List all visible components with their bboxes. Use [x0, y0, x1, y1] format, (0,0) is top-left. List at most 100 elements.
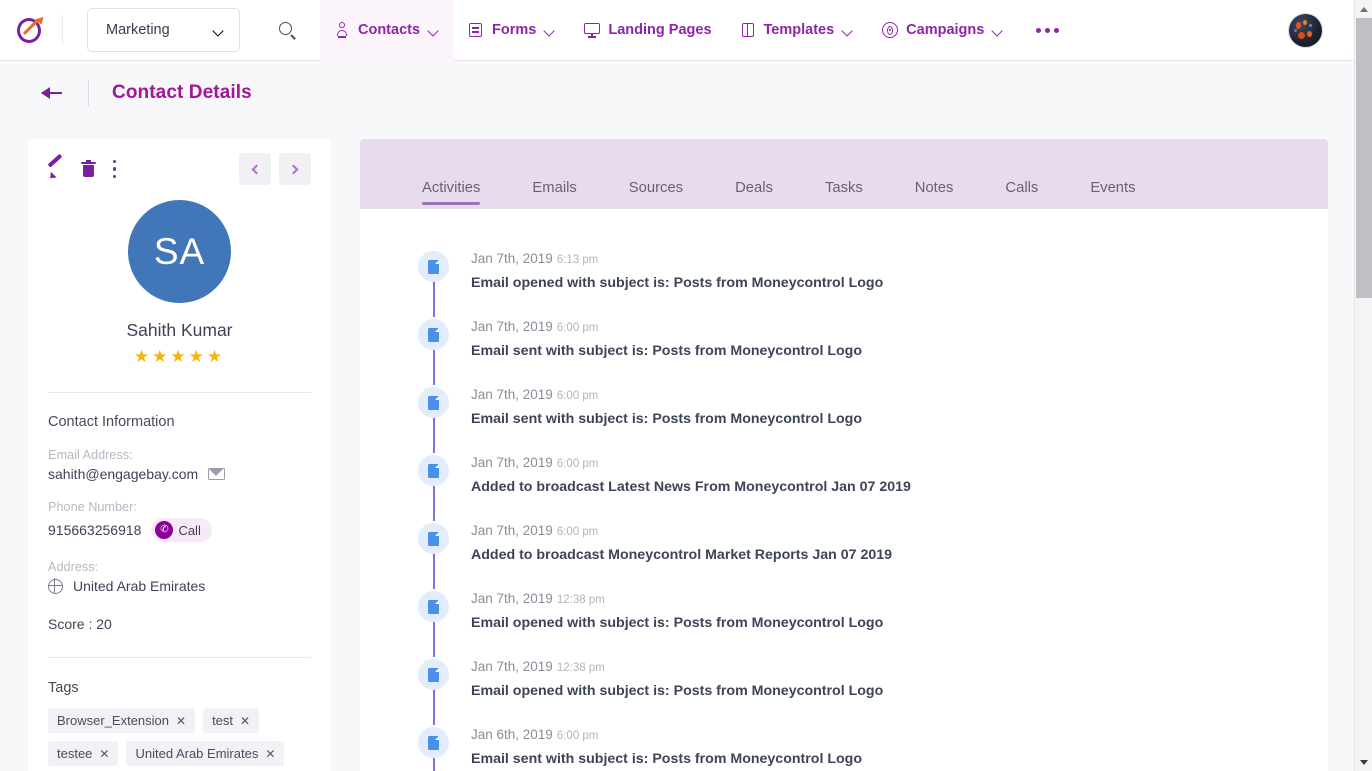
close-icon[interactable]: ✕: [99, 747, 109, 761]
contact-icon: [334, 22, 350, 38]
activity-text: Email opened with subject is: Posts from…: [471, 683, 884, 699]
tab-events[interactable]: Events: [1090, 180, 1135, 209]
activity-item[interactable]: Jan 7th, 2019 6:00 pm Email sent with sub…: [360, 385, 1328, 453]
field-phone-label: Phone Number:: [48, 500, 137, 514]
chevron-left-icon: [251, 164, 262, 174]
activity-item[interactable]: Jan 7th, 2019 6:00 pm Added to broadcast …: [360, 521, 1328, 589]
activity-date: Jan 7th, 2019: [471, 455, 553, 470]
search-button[interactable]: [270, 13, 304, 47]
nav-item-forms[interactable]: Forms: [454, 0, 570, 61]
contact-pager: [239, 153, 311, 185]
divider: [48, 657, 311, 658]
more-options-icon[interactable]: [1018, 0, 1077, 61]
contact-name: Sahith Kumar: [126, 320, 233, 340]
contact-score: Score : 20: [48, 616, 112, 632]
timeline-connector: [433, 690, 435, 725]
user-avatar[interactable]: [1289, 14, 1322, 47]
close-icon[interactable]: ✕: [176, 714, 186, 728]
activity-text: Added to broadcast Latest News From Mone…: [471, 479, 911, 495]
activity-item[interactable]: Jan 7th, 2019 6:00 pm Email sent with sub…: [360, 317, 1328, 385]
nav-item-campaigns[interactable]: Campaigns: [868, 0, 1018, 61]
tab-activities[interactable]: Activities: [422, 180, 481, 209]
engagebay-logo-icon: [16, 14, 47, 45]
activity-text: Email sent with subject is: Posts from M…: [471, 343, 862, 359]
previous-contact-button[interactable]: [239, 153, 271, 185]
close-icon[interactable]: ✕: [265, 747, 275, 761]
page-header: Contact Details: [0, 61, 1354, 124]
email-icon[interactable]: [208, 468, 226, 480]
activity-item[interactable]: Jan 6th, 2019 6:00 pm Email sent with sub…: [360, 725, 1328, 771]
call-button[interactable]: ✆ Call: [151, 518, 212, 542]
activity-item[interactable]: Jan 7th, 2019 12:38 pm Email opened with …: [360, 589, 1328, 657]
nav-item-landing-pages[interactable]: Landing Pages: [570, 0, 725, 61]
contact-avatar: SA: [128, 200, 231, 303]
app-root: Marketing Contacts Forms Landing Pages T…: [0, 0, 1372, 771]
activity-date: Jan 7th, 2019: [471, 319, 553, 334]
activity-text: Added to broadcast Moneycontrol Market R…: [471, 547, 893, 563]
activity-time: 12:38 pm: [556, 594, 605, 606]
activity-time: 6:00 pm: [556, 730, 599, 742]
workspace-selector[interactable]: Marketing: [87, 8, 240, 52]
document-icon: [418, 727, 449, 758]
tags-title: Tags: [48, 680, 79, 696]
tags-list: Browser_Extension ✕ test ✕ testee ✕ Unit…: [48, 708, 318, 766]
tab-calls[interactable]: Calls: [1005, 180, 1038, 209]
page-scrollbar[interactable]: [1354, 0, 1372, 771]
activity-time: 6:13 pm: [556, 254, 599, 266]
document-icon: [418, 319, 449, 350]
activity-time: 6:00 pm: [556, 458, 599, 470]
document-icon: [418, 659, 449, 690]
field-phone: Phone Number: 915663256918 ✆ Call: [48, 500, 331, 542]
tag-item[interactable]: Browser_Extension ✕: [48, 708, 196, 733]
activity-text: Email opened with subject is: Posts from…: [471, 275, 884, 291]
chevron-right-icon: [288, 164, 299, 174]
back-arrow-icon[interactable]: [38, 79, 66, 107]
workspace-label: Marketing: [106, 22, 170, 38]
scrollbar-thumb[interactable]: [1356, 18, 1372, 298]
tag-item[interactable]: United Arab Emirates ✕: [126, 741, 285, 766]
app-logo[interactable]: [0, 14, 62, 45]
tab-sources[interactable]: Sources: [629, 180, 683, 209]
form-icon: [468, 22, 484, 38]
activity-item[interactable]: Jan 7th, 2019 6:00 pm Added to broadcast …: [360, 453, 1328, 521]
top-navigation-bar: Marketing Contacts Forms Landing Pages T…: [0, 0, 1354, 61]
activity-item[interactable]: Jan 7th, 2019 12:38 pm Email opened with …: [360, 657, 1328, 725]
activity-text: Email opened with subject is: Posts from…: [471, 615, 884, 631]
field-address-label: Address:: [48, 560, 99, 574]
close-icon[interactable]: ✕: [240, 714, 250, 728]
tab-tasks[interactable]: Tasks: [825, 180, 863, 209]
tag-label: United Arab Emirates: [135, 746, 259, 761]
timeline-connector: [433, 282, 435, 317]
contact-summary-panel: SA Sahith Kumar ★★★★★ Contact Informatio…: [28, 139, 331, 771]
pencil-icon[interactable]: [47, 153, 65, 181]
timeline-connector: [433, 758, 435, 771]
next-contact-button[interactable]: [279, 153, 311, 185]
activity-item[interactable]: Jan 7th, 2019 6:13 pm Email opened with s…: [360, 249, 1328, 317]
activity-time: 6:00 pm: [556, 526, 599, 538]
tag-item[interactable]: testee ✕: [48, 741, 119, 766]
nav-item-contacts-label: Contacts: [358, 22, 421, 38]
kebab-menu-icon[interactable]: [112, 160, 117, 178]
document-icon: [418, 591, 449, 622]
tab-notes[interactable]: Notes: [915, 180, 954, 209]
contact-rating-stars[interactable]: ★★★★★: [28, 347, 331, 367]
scroll-down-arrow[interactable]: [1355, 753, 1372, 771]
activity-date: Jan 7th, 2019: [471, 251, 553, 266]
field-address-value: United Arab Emirates: [73, 578, 206, 594]
template-icon: [740, 22, 756, 38]
activity-date: Jan 7th, 2019: [471, 387, 553, 402]
chevron-down-icon: [429, 27, 440, 34]
trash-icon[interactable]: [81, 159, 96, 178]
tab-deals[interactable]: Deals: [735, 180, 773, 209]
tab-emails[interactable]: Emails: [532, 180, 576, 209]
document-icon: [418, 251, 449, 282]
tag-label: test: [212, 713, 234, 728]
nav-item-templates[interactable]: Templates: [726, 0, 869, 61]
document-icon: [418, 523, 449, 554]
activity-time: 6:00 pm: [556, 322, 599, 334]
scroll-up-arrow[interactable]: [1355, 0, 1372, 18]
campaign-icon: [882, 22, 899, 38]
activity-timeline: Jan 7th, 2019 6:13 pm Email opened with s…: [360, 209, 1328, 771]
tag-item[interactable]: test ✕: [203, 708, 260, 733]
nav-item-contacts[interactable]: Contacts: [320, 0, 455, 61]
